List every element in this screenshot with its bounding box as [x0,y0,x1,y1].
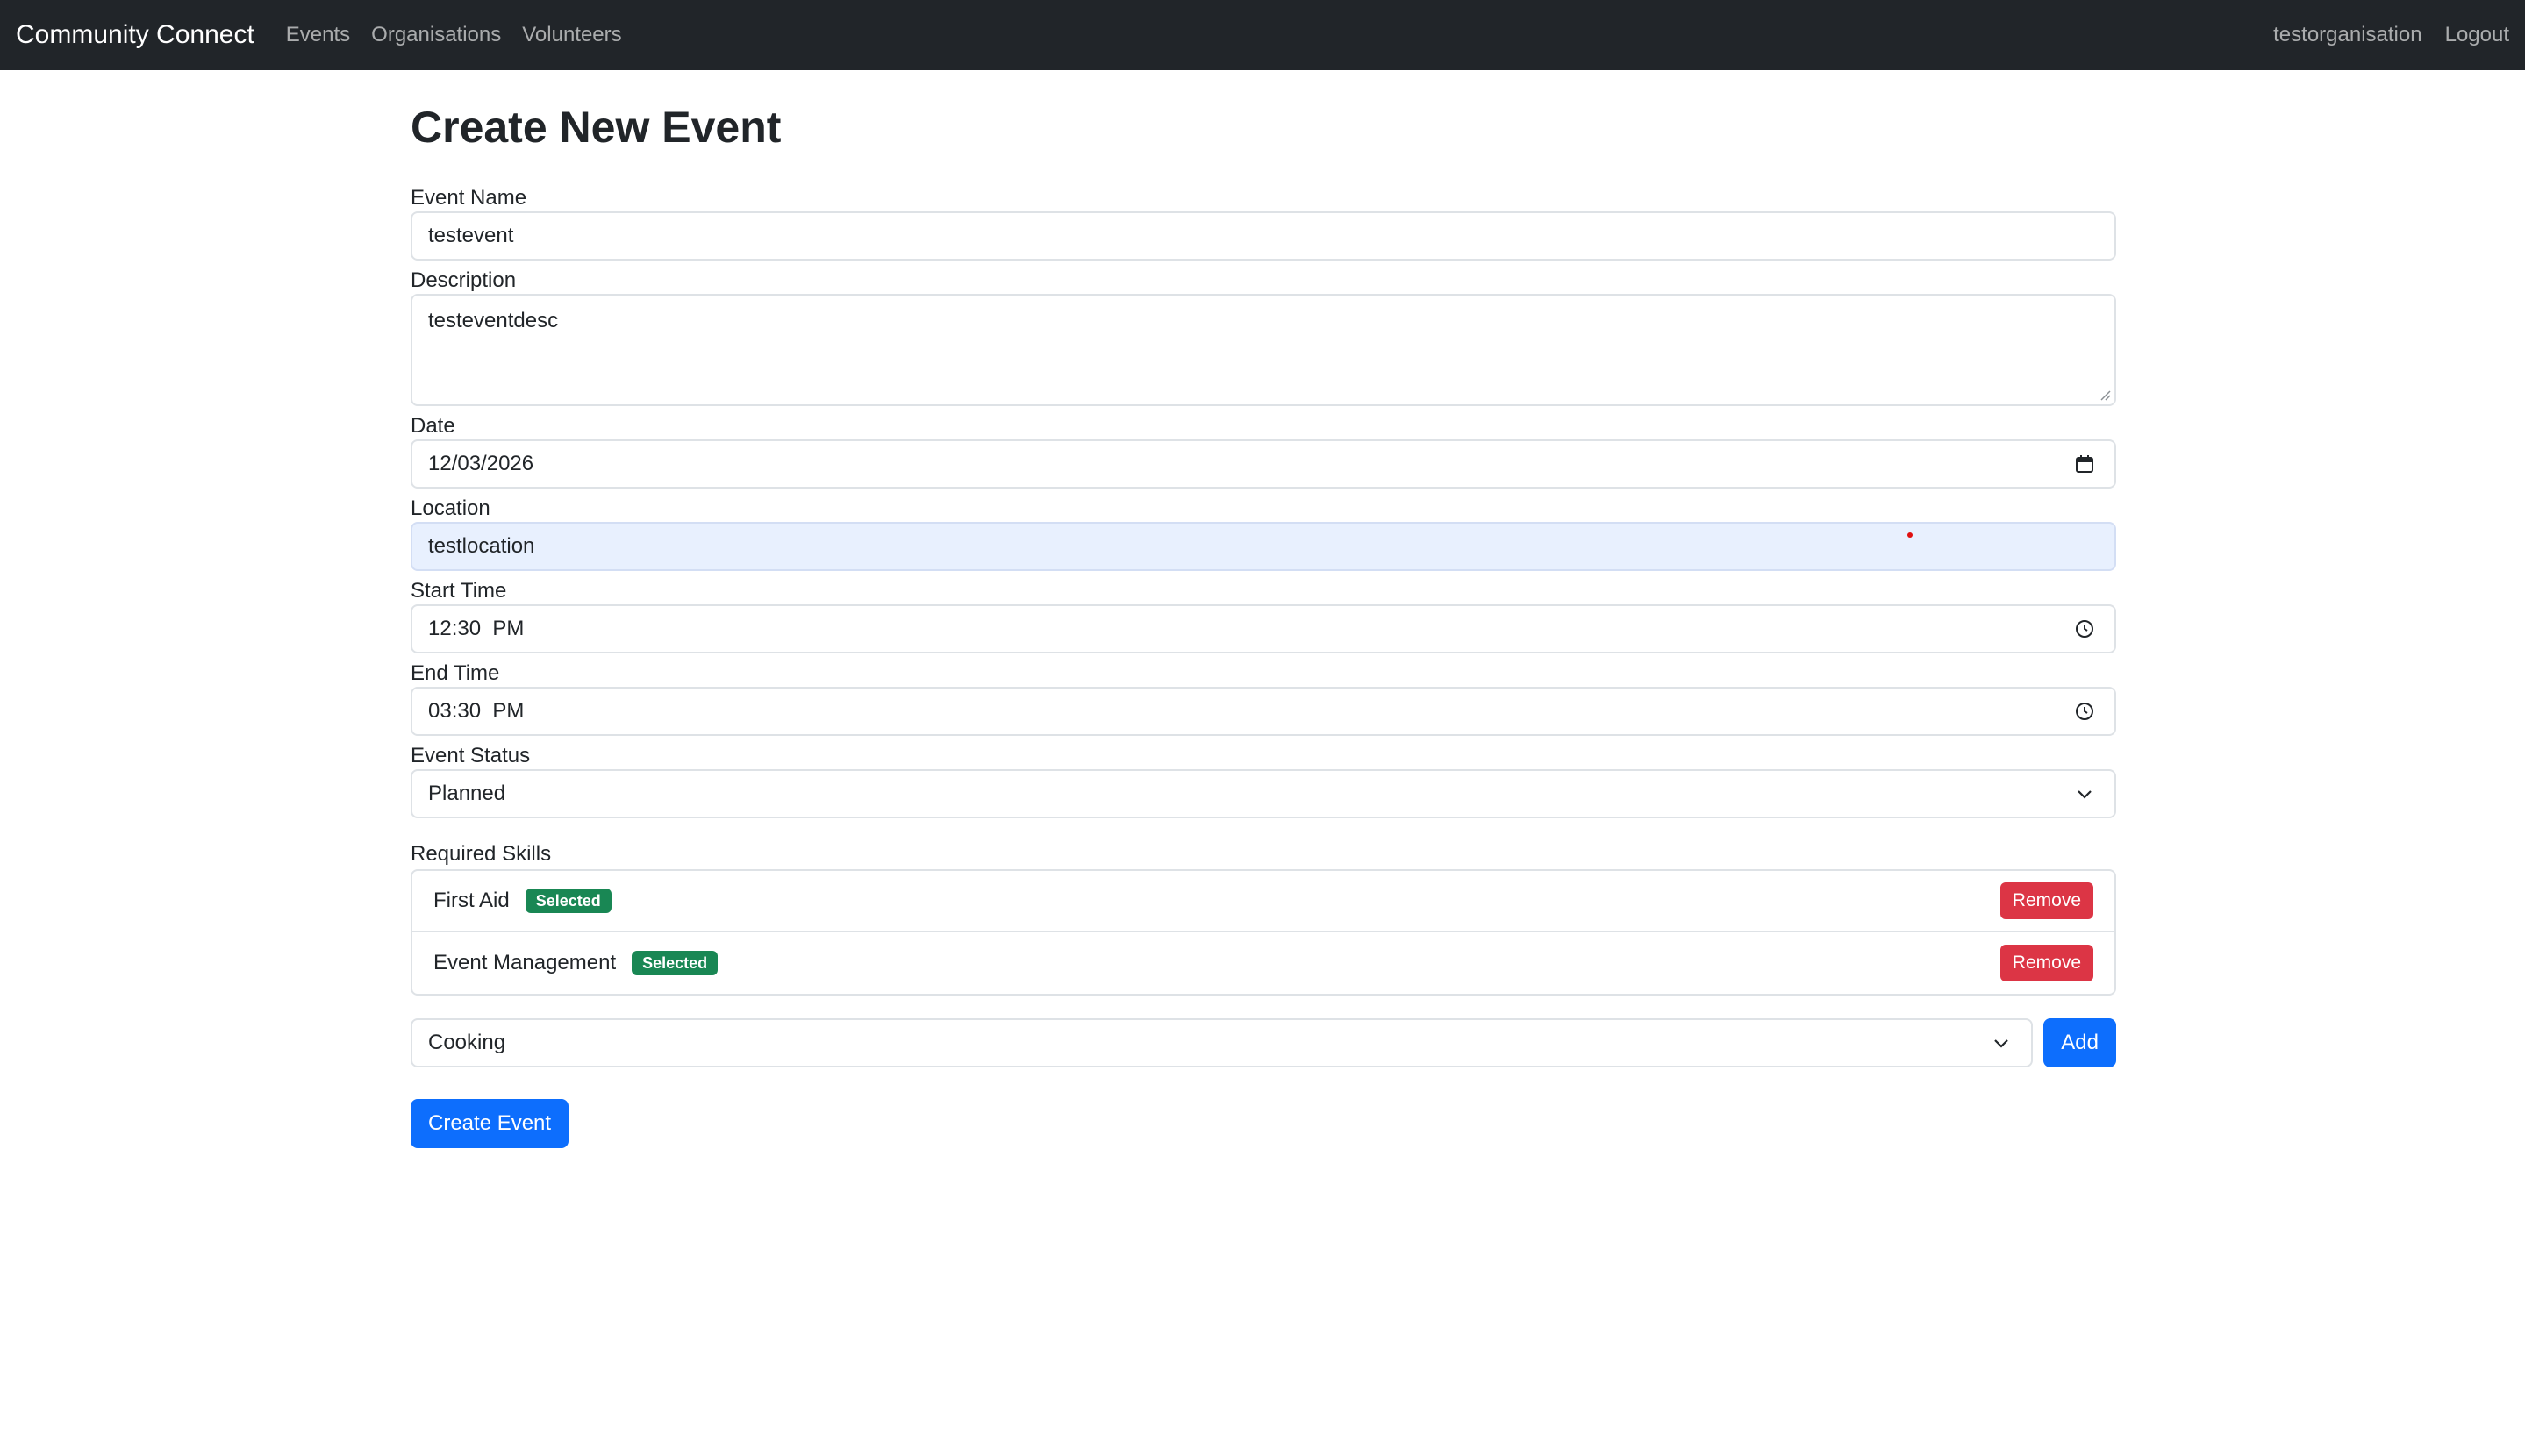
date-group: Date 12/03/2026 [411,413,2116,489]
event-name-input[interactable]: testevent [411,211,2116,261]
skill-name: Event Management [433,951,617,974]
required-skills-label: Required Skills [411,842,552,866]
start-time-group: Start Time 12:30 PM [411,578,2116,653]
mouse-cursor-dot [1907,532,1913,538]
start-time-value: 12:30 PM [428,617,525,640]
clock-icon[interactable] [2074,701,2095,722]
page-title: Create New Event [411,103,782,152]
chevron-down-icon [2074,783,2095,804]
location-value: testlocation [428,534,535,558]
start-time-label: Start Time [411,579,507,603]
calendar-icon[interactable] [2074,453,2095,475]
location-label: Location [411,496,490,520]
event-name-label: Event Name [411,186,527,210]
description-label: Description [411,268,517,292]
nav-link-volunteers[interactable]: Volunteers [522,23,621,47]
end-time-label: End Time [411,661,500,685]
create-event-button[interactable]: Create Event [411,1099,569,1148]
date-value: 12/03/2026 [428,452,534,475]
skill-select[interactable]: Cooking [411,1018,2034,1067]
location-input[interactable]: testlocation [411,522,2116,571]
status-select[interactable]: Planned [411,769,2116,818]
add-skill-button[interactable]: Add [2043,1018,2116,1067]
location-group: Location testlocation [411,496,2116,571]
date-label: Date [411,414,455,438]
nav-right: testorganisation Logout [2250,23,2509,47]
add-skill-row: Cooking Add [411,1018,2116,1067]
brand-link[interactable]: Community Connect [16,20,254,50]
skill-select-value: Cooking [428,1031,506,1054]
nav-logout-link[interactable]: Logout [2445,23,2509,47]
remove-skill-button[interactable]: Remove [1999,945,2093,981]
navbar: Community Connect Events Organisations V… [0,0,2525,70]
date-input[interactable]: 12/03/2026 [411,439,2116,489]
remove-skill-button[interactable]: Remove [1999,882,2093,919]
clock-icon[interactable] [2074,618,2095,639]
event-name-value: testevent [428,224,514,247]
end-time-value: 03:30 PM [428,699,525,723]
list-item: First Aid Selected Remove [412,871,2114,932]
description-value: testeventdesc [428,309,559,332]
nav-link-organisations[interactable]: Organisations [371,23,501,47]
skill-name: First Aid [433,889,510,912]
main-container: Create New Event Event Name testevent De… [411,70,2116,1148]
description-textarea[interactable]: testeventdesc [411,294,2116,406]
status-badge: Selected [632,951,719,975]
event-name-group: Event Name testevent [411,185,2116,261]
status-group: Event Status Planned [411,743,2116,818]
nav-user-link[interactable]: testorganisation [2273,23,2421,47]
status-label: Event Status [411,744,531,767]
list-item: Event Management Selected Remove [412,932,2114,994]
status-badge: Selected [525,889,612,913]
nav-link-events[interactable]: Events [286,23,350,47]
resize-grip-icon[interactable] [2099,389,2111,401]
status-value: Planned [428,782,506,805]
end-time-input[interactable]: 03:30 PM [411,687,2116,736]
skill-list: First Aid Selected Remove Event Manageme… [411,869,2116,996]
chevron-down-icon [1991,1032,2012,1053]
start-time-input[interactable]: 12:30 PM [411,604,2116,653]
end-time-group: End Time 03:30 PM [411,660,2116,736]
description-group: Description testeventdesc [411,268,2116,406]
